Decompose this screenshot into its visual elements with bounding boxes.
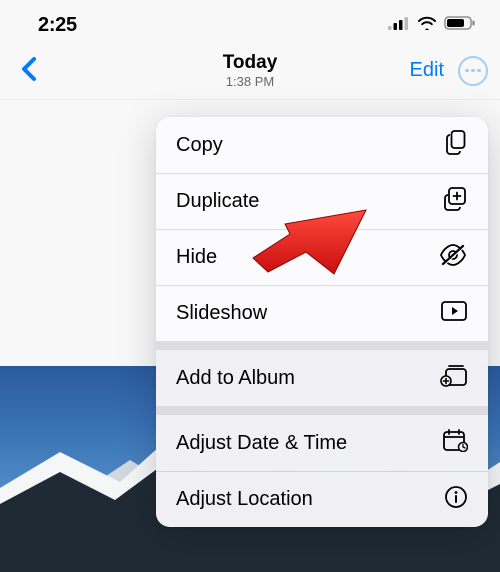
menu-item-hide[interactable]: Hide xyxy=(156,229,488,285)
add-to-album-icon xyxy=(440,363,468,393)
slideshow-icon xyxy=(440,300,468,328)
info-icon xyxy=(444,485,468,515)
more-button[interactable] xyxy=(458,56,488,86)
cellular-icon xyxy=(388,16,410,35)
menu-item-label: Adjust Date & Time xyxy=(176,432,347,455)
status-time: 2:25 xyxy=(38,14,77,37)
menu-item-label: Copy xyxy=(176,134,223,157)
battery-icon xyxy=(444,16,476,35)
copy-icon xyxy=(444,129,468,161)
calendar-icon xyxy=(442,428,468,458)
menu-separator xyxy=(156,406,488,415)
duplicate-icon xyxy=(442,186,468,218)
nav-title-block: Today 1:38 PM xyxy=(223,52,278,89)
status-icons xyxy=(388,16,476,35)
menu-item-slideshow[interactable]: Slideshow xyxy=(156,285,488,341)
menu-item-label: Slideshow xyxy=(176,302,267,325)
menu-item-adjust-location[interactable]: Adjust Location xyxy=(156,471,488,527)
menu-item-label: Duplicate xyxy=(176,190,259,213)
page-subtitle: 1:38 PM xyxy=(223,74,278,89)
menu-item-label: Hide xyxy=(176,246,217,269)
menu-separator xyxy=(156,341,488,350)
menu-item-add-to-album[interactable]: Add to Album xyxy=(156,350,488,406)
ellipsis-icon xyxy=(465,69,481,73)
status-bar: 2:25 xyxy=(0,0,500,44)
menu-item-label: Adjust Location xyxy=(176,488,313,511)
nav-bar: Today 1:38 PM Edit xyxy=(0,44,500,100)
hide-icon xyxy=(438,244,468,272)
menu-item-label: Add to Album xyxy=(176,367,295,390)
menu-item-copy[interactable]: Copy xyxy=(156,117,488,173)
back-button[interactable] xyxy=(12,52,45,89)
context-menu: Copy Duplicate Hide xyxy=(156,117,488,527)
edit-button[interactable]: Edit xyxy=(410,59,444,82)
wifi-icon xyxy=(417,16,437,35)
chevron-left-icon xyxy=(20,70,37,85)
page-title: Today xyxy=(223,52,278,74)
menu-item-adjust-date-time[interactable]: Adjust Date & Time xyxy=(156,415,488,471)
menu-item-duplicate[interactable]: Duplicate xyxy=(156,173,488,229)
